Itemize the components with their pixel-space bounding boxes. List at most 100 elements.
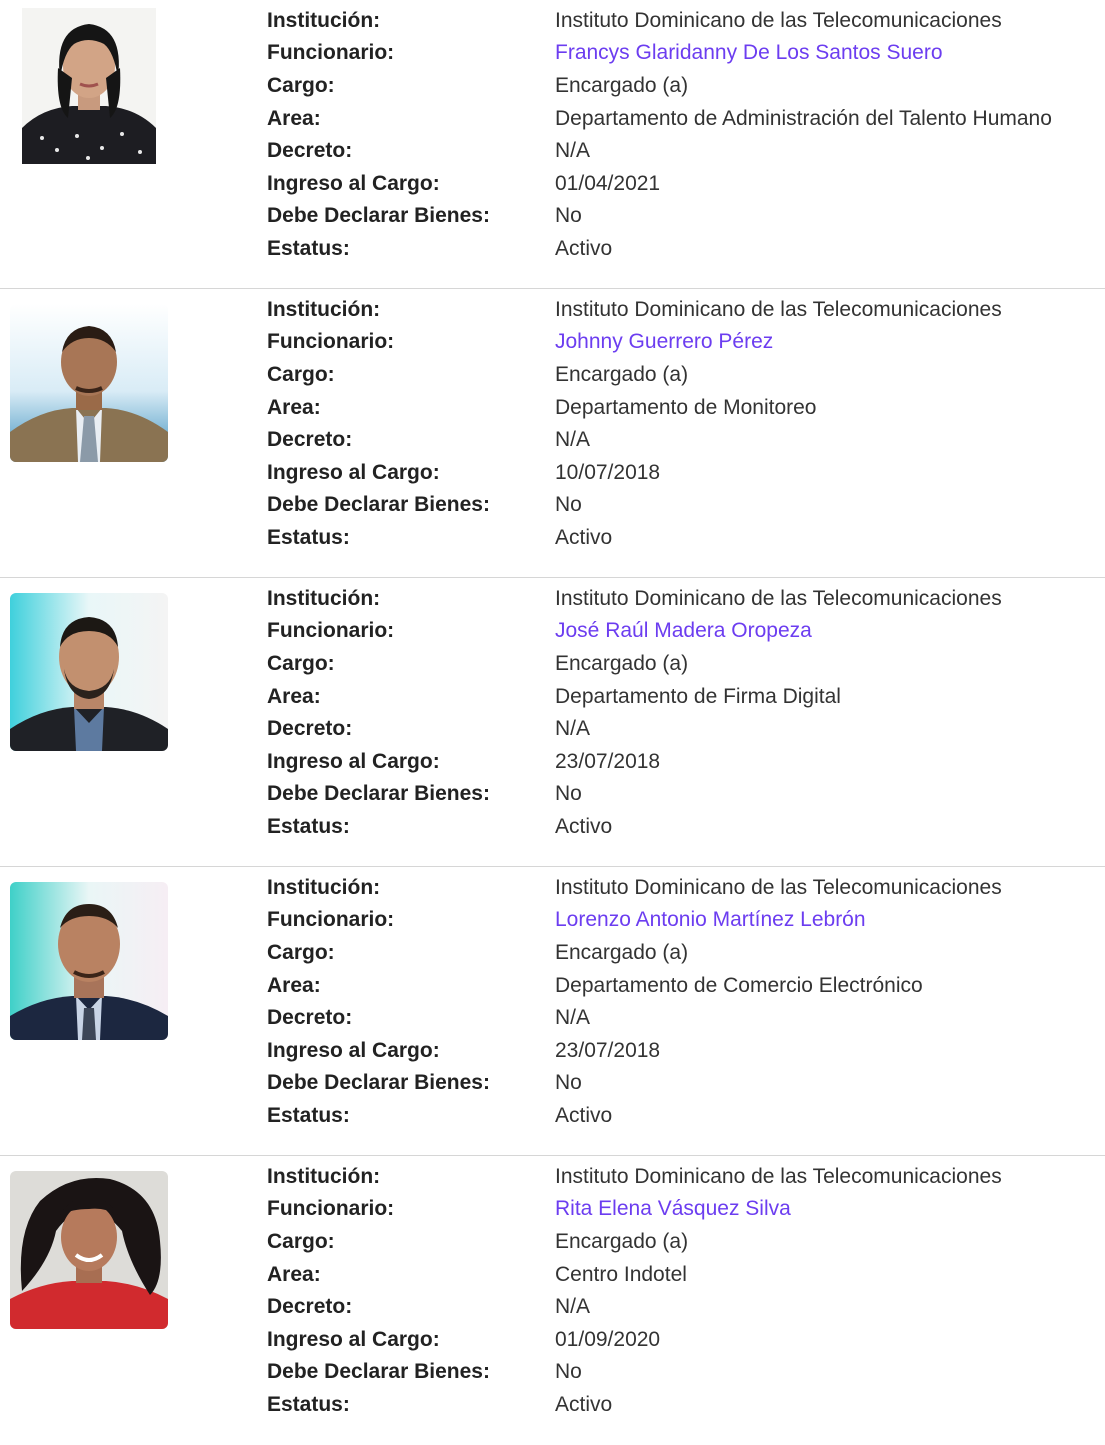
field-decreto: Decreto: N/A: [267, 1290, 1002, 1323]
field-cargo: Cargo: Encargado (a): [267, 358, 1002, 391]
field-cargo: Cargo: Encargado (a): [267, 936, 1002, 969]
estatus-label: Estatus:: [267, 1103, 350, 1127]
area-value: Departamento de Comercio Electrónico: [555, 973, 923, 997]
declarar-value: No: [555, 493, 582, 517]
field-funcionario: Funcionario: Lorenzo Antonio Martínez Leb…: [267, 904, 1002, 937]
official-photo: [10, 1171, 168, 1329]
area-label: Area:: [267, 1262, 321, 1286]
decreto-label: Decreto:: [267, 428, 353, 452]
estatus-label: Estatus:: [267, 1392, 350, 1416]
cargo-value: Encargado (a): [555, 362, 689, 386]
field-cargo: Cargo: Encargado (a): [267, 69, 1052, 102]
ingreso-label: Ingreso al Cargo:: [267, 1327, 440, 1351]
funcionario-label: Funcionario:: [267, 619, 395, 643]
field-estatus: Estatus: Activo: [267, 521, 1002, 554]
cargo-label: Cargo:: [267, 362, 335, 386]
field-decreto: Decreto: N/A: [267, 423, 1002, 456]
field-declarar: Debe Declarar Bienes: No: [267, 1067, 1002, 1100]
cargo-label: Cargo:: [267, 1229, 335, 1253]
field-estatus: Estatus: Activo: [267, 1099, 1002, 1132]
field-funcionario: Funcionario: José Raúl Madera Oropeza: [267, 615, 1002, 648]
ingreso-label: Ingreso al Cargo:: [267, 1038, 440, 1062]
declarar-value: No: [555, 1071, 582, 1095]
area-value: Departamento de Administración del Talen…: [555, 106, 1052, 130]
estatus-label: Estatus:: [267, 525, 350, 549]
funcionario-label: Funcionario:: [267, 330, 395, 354]
field-institucion: Institución: Instituto Dominicano de las …: [267, 871, 1002, 904]
declarar-value: No: [555, 1360, 582, 1384]
area-label: Area:: [267, 684, 321, 708]
field-ingreso: Ingreso al Cargo: 01/04/2021: [267, 167, 1052, 200]
declarar-value: No: [555, 204, 582, 228]
declarar-label: Debe Declarar Bienes:: [267, 493, 490, 517]
area-value: Departamento de Firma Digital: [555, 684, 841, 708]
field-declarar: Debe Declarar Bienes: No: [267, 200, 1052, 233]
field-cargo: Cargo: Encargado (a): [267, 647, 1002, 680]
institucion-label: Institución:: [267, 875, 381, 899]
institucion-label: Institución:: [267, 8, 381, 32]
cargo-value: Encargado (a): [555, 940, 689, 964]
decreto-label: Decreto:: [267, 717, 353, 741]
ingreso-value: 23/07/2018: [555, 749, 661, 773]
field-area: Area: Departamento de Administración del …: [267, 102, 1052, 135]
ingreso-value: 01/04/2021: [555, 171, 661, 195]
field-institucion: Institución: Instituto Dominicano de las …: [267, 4, 1052, 37]
official-card: Institución: Instituto Dominicano de las …: [0, 1156, 1105, 1445]
institucion-label: Institución:: [267, 586, 381, 610]
ingreso-label: Ingreso al Cargo:: [267, 749, 440, 773]
funcionario-label: Funcionario:: [267, 1197, 395, 1221]
declarar-label: Debe Declarar Bienes:: [267, 1360, 490, 1384]
official-photo: [10, 593, 168, 751]
field-ingreso: Ingreso al Cargo: 01/09/2020: [267, 1323, 1002, 1356]
field-declarar: Debe Declarar Bienes: No: [267, 1356, 1002, 1389]
official-card: Institución: Instituto Dominicano de las …: [0, 578, 1105, 867]
field-ingreso: Ingreso al Cargo: 23/07/2018: [267, 745, 1002, 778]
area-label: Area:: [267, 106, 321, 130]
funcionario-link[interactable]: Johnny Guerrero Pérez: [555, 331, 773, 352]
area-label: Area:: [267, 973, 321, 997]
funcionario-link[interactable]: Francys Glaridanny De Los Santos Suero: [555, 42, 943, 63]
ingreso-label: Ingreso al Cargo:: [267, 460, 440, 484]
cargo-value: Encargado (a): [555, 1229, 689, 1253]
field-estatus: Estatus: Activo: [267, 810, 1002, 843]
cargo-value: Encargado (a): [555, 73, 689, 97]
funcionario-link[interactable]: Lorenzo Antonio Martínez Lebrón: [555, 909, 866, 930]
decreto-label: Decreto:: [267, 139, 353, 163]
field-decreto: Decreto: N/A: [267, 1001, 1002, 1034]
field-institucion: Institución: Instituto Dominicano de las …: [267, 293, 1002, 326]
area-value: Centro Indotel: [555, 1262, 687, 1286]
institucion-value: Instituto Dominicano de las Telecomunica…: [555, 586, 1002, 610]
institucion-label: Institución:: [267, 1164, 381, 1188]
estatus-value: Activo: [555, 1392, 613, 1416]
cargo-label: Cargo:: [267, 73, 335, 97]
ingreso-label: Ingreso al Cargo:: [267, 171, 440, 195]
field-estatus: Estatus: Activo: [267, 1388, 1002, 1421]
cargo-value: Encargado (a): [555, 651, 689, 675]
official-card: Institución: Instituto Dominicano de las …: [0, 289, 1105, 578]
estatus-value: Activo: [555, 814, 613, 838]
field-area: Area: Centro Indotel: [267, 1258, 1002, 1291]
estatus-value: Activo: [555, 525, 613, 549]
field-cargo: Cargo: Encargado (a): [267, 1225, 1002, 1258]
institucion-value: Instituto Dominicano de las Telecomunica…: [555, 875, 1002, 899]
institucion-label: Institución:: [267, 297, 381, 321]
field-institucion: Institución: Instituto Dominicano de las …: [267, 1160, 1002, 1193]
estatus-label: Estatus:: [267, 814, 350, 838]
ingreso-value: 10/07/2018: [555, 460, 661, 484]
field-area: Area: Departamento de Comercio Electrónic…: [267, 969, 1002, 1002]
estatus-label: Estatus:: [267, 236, 350, 260]
decreto-label: Decreto:: [267, 1006, 353, 1030]
decreto-value: N/A: [555, 717, 591, 741]
funcionario-label: Funcionario:: [267, 908, 395, 932]
estatus-value: Activo: [555, 236, 613, 260]
funcionario-link[interactable]: José Raúl Madera Oropeza: [555, 620, 812, 641]
institucion-value: Instituto Dominicano de las Telecomunica…: [555, 1164, 1002, 1188]
field-declarar: Debe Declarar Bienes: No: [267, 778, 1002, 811]
official-card: Institución: Instituto Dominicano de las …: [0, 867, 1105, 1156]
field-decreto: Decreto: N/A: [267, 712, 1002, 745]
funcionario-link[interactable]: Rita Elena Vásquez Silva: [555, 1198, 791, 1219]
decreto-label: Decreto:: [267, 1295, 353, 1319]
declarar-label: Debe Declarar Bienes:: [267, 782, 490, 806]
field-funcionario: Funcionario: Johnny Guerrero Pérez: [267, 326, 1002, 359]
official-photo: [22, 8, 156, 164]
